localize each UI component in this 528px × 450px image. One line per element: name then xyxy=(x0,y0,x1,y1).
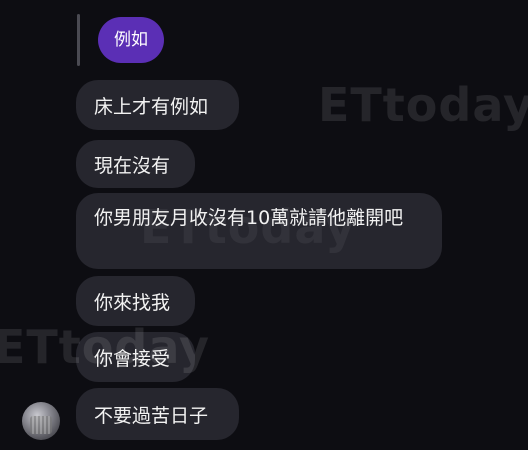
watermark-logo: ETtoday xyxy=(318,78,528,132)
message-bubble[interactable]: 不要過苦日子 xyxy=(76,388,239,440)
message-bubble[interactable]: 你來找我 xyxy=(76,276,195,326)
quoted-reply-bubble[interactable]: 例如 xyxy=(98,17,164,63)
reply-indicator-line xyxy=(77,14,80,66)
message-bubble[interactable]: 你會接受 xyxy=(76,332,195,382)
message-bubble[interactable]: 現在沒有 xyxy=(76,140,195,188)
message-bubble[interactable]: 床上才有例如 xyxy=(76,80,239,130)
chat-thread: 例如 床上才有例如 現在沒有 你男朋友月收沒有10萬就請他離開吧 你來找我 你會… xyxy=(0,0,528,450)
message-bubble[interactable]: 你男朋友月收沒有10萬就請他離開吧 xyxy=(76,193,442,269)
avatar[interactable] xyxy=(22,402,60,440)
